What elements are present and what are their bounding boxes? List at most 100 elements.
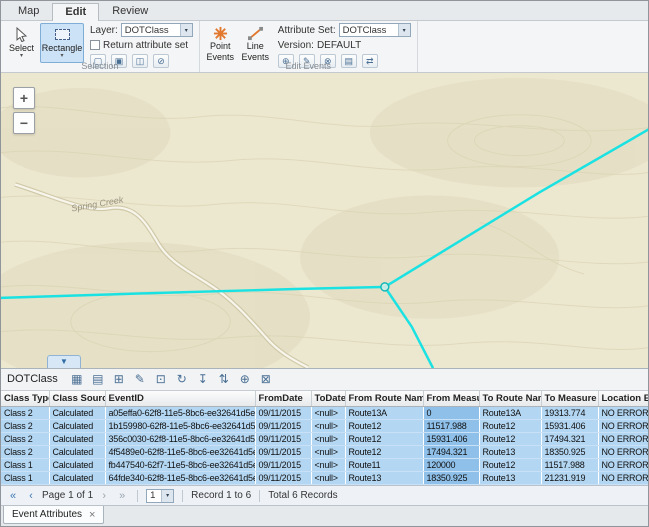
ribbon-tab-review[interactable]: Review [99,2,161,20]
open-table-icon[interactable]: ⊞ [110,371,128,388]
table-cell[interactable]: Calculated [49,446,105,459]
table-cell[interactable]: 356c0030-62f8-11e5-8bc6-ee32641d5ec9 [105,433,255,446]
column-header-to-measure[interactable]: To Measure [541,391,598,407]
table-cell[interactable]: Class 1 [1,459,49,472]
add-record-icon[interactable]: ⊕ [236,371,254,388]
table-cell[interactable]: Route13A [479,407,541,420]
table-cell[interactable]: Route13 [479,446,541,459]
table-row[interactable]: Class 1Calculated64fde340-62f8-11e5-8bc6… [1,472,648,485]
first-page-button[interactable]: « [6,489,20,503]
table-cell[interactable]: 0 [423,407,479,420]
select-tool-button[interactable]: Select ▾ [5,23,38,63]
table-cell[interactable]: Calculated [49,433,105,446]
table-cell[interactable]: NO ERROR [598,446,648,459]
page-number-combobox[interactable]: 1 ▾ [146,489,174,503]
ribbon-tab-edit[interactable]: Edit [52,3,99,21]
column-header-from-measure[interactable]: From Measure [423,391,479,407]
table-cell[interactable]: 18350.925 [423,472,479,485]
table-cell[interactable]: NO ERROR [598,433,648,446]
column-header-eventid[interactable]: EventID [105,391,255,407]
column-header-class-source[interactable]: Class Source [49,391,105,407]
table-cell[interactable]: <null> [311,407,345,420]
table-cell[interactable]: 11517.988 [541,459,598,472]
table-cell[interactable]: Class 1 [1,472,49,485]
table-cell[interactable]: <null> [311,446,345,459]
table-cell[interactable]: NO ERROR [598,472,648,485]
table-cell[interactable]: Class 2 [1,433,49,446]
ribbon-tab-map[interactable]: Map [5,2,52,20]
close-icon[interactable]: × [89,510,95,520]
column-header-fromdate[interactable]: FromDate [255,391,311,407]
table-cell[interactable]: a05effa0-62f8-11e5-8bc6-ee32641d5ec9 [105,407,255,420]
refresh-icon[interactable]: ↻ [173,371,191,388]
table-cell[interactable]: Route13 [479,472,541,485]
table-row[interactable]: Class 2Calculated1b159980-62f8-11e5-8bc6… [1,420,648,433]
prev-page-button[interactable]: ‹ [24,489,38,503]
table-cell[interactable]: 17494.321 [541,433,598,446]
table-cell[interactable]: 11517.988 [423,420,479,433]
table-cell[interactable]: 09/11/2015 [255,459,311,472]
table-cell[interactable]: Class 2 [1,446,49,459]
table-cell[interactable]: <null> [311,420,345,433]
line-events-button[interactable]: Line Events [239,23,272,63]
table-cell[interactable]: <null> [311,472,345,485]
table-cell[interactable]: 1b159980-62f8-11e5-8bc6-ee32641d5ec9 [105,420,255,433]
table-cell[interactable]: Route11 [345,459,423,472]
map-view[interactable]: Spring Creek + − ▼ [1,73,648,369]
chevron-down-icon[interactable]: ▾ [398,24,410,36]
table-cell[interactable]: 15931.406 [423,433,479,446]
column-header-to-route-name[interactable]: To Route Name [479,391,541,407]
table-cell[interactable]: 17494.321 [423,446,479,459]
next-page-button[interactable]: › [97,489,111,503]
table-cell[interactable]: <null> [311,459,345,472]
table-cell[interactable]: 19313.774 [541,407,598,420]
table-row[interactable]: Class 2Calculateda05effa0-62f8-11e5-8bc6… [1,407,648,420]
table-cell[interactable]: 09/11/2015 [255,433,311,446]
last-page-button[interactable]: » [115,489,129,503]
point-events-button[interactable]: Point Events [204,23,237,63]
column-header-todate[interactable]: ToDate [311,391,345,407]
chevron-down-icon[interactable]: ▾ [180,24,192,36]
sort-icon[interactable]: ⇅ [215,371,233,388]
edit-attributes-icon[interactable]: ✎ [131,371,149,388]
table-cell[interactable]: Class 2 [1,420,49,433]
table-cell[interactable]: fb447540-62f7-11e5-8bc6-ee32641d5ec9 [105,459,255,472]
table-cell[interactable]: Route12 [345,433,423,446]
save-edits-icon[interactable]: ⊡ [152,371,170,388]
table-cell[interactable]: Class 2 [1,407,49,420]
attribute-set-combobox[interactable]: DOTClass ▾ [339,23,411,37]
table-row[interactable]: Class 2Calculated356c0030-62f8-11e5-8bc6… [1,433,648,446]
table-cell[interactable]: 09/11/2015 [255,420,311,433]
table-cell[interactable]: Calculated [49,459,105,472]
table-cell[interactable]: Route12 [345,446,423,459]
table-cell[interactable]: Calculated [49,420,105,433]
table-cell[interactable]: 15931.406 [541,420,598,433]
table-cell[interactable]: Route12 [479,420,541,433]
delete-record-icon[interactable]: ⊠ [257,371,275,388]
table-cell[interactable]: 21231.919 [541,472,598,485]
zoom-in-button[interactable]: + [13,87,35,109]
chevron-down-icon[interactable]: ▾ [161,490,173,502]
columns-icon[interactable]: ▦ [68,371,86,388]
zoom-to-selection-icon[interactable]: ↧ [194,371,212,388]
table-row[interactable]: Class 1Calculatedfb447540-62f7-11e5-8bc6… [1,459,648,472]
table-cell[interactable]: 18350.925 [541,446,598,459]
table-cell[interactable]: Calculated [49,407,105,420]
event-attributes-tab[interactable]: Event Attributes × [3,506,104,524]
table-icon[interactable]: ▤ [89,371,107,388]
column-header-location-error[interactable]: Location Error [598,391,648,407]
table-cell[interactable]: NO ERROR [598,459,648,472]
table-cell[interactable]: 4f5489e0-62f8-11e5-8bc6-ee32641d5ec9 [105,446,255,459]
table-cell[interactable]: 64fde340-62f8-11e5-8bc6-ee32641d5ec9 [105,472,255,485]
table-cell[interactable]: Route12 [479,459,541,472]
table-cell[interactable]: NO ERROR [598,407,648,420]
column-header-from-route-name[interactable]: From Route Name [345,391,423,407]
table-cell[interactable]: NO ERROR [598,420,648,433]
table-cell[interactable]: 120000 [423,459,479,472]
zoom-out-button[interactable]: − [13,112,35,134]
rectangle-tool-button[interactable]: Rectangle ▾ [40,23,84,63]
table-cell[interactable]: Route13A [345,407,423,420]
collapse-panel-tab[interactable]: ▼ [47,355,81,368]
table-cell[interactable]: 09/11/2015 [255,472,311,485]
table-cell[interactable]: 09/11/2015 [255,446,311,459]
